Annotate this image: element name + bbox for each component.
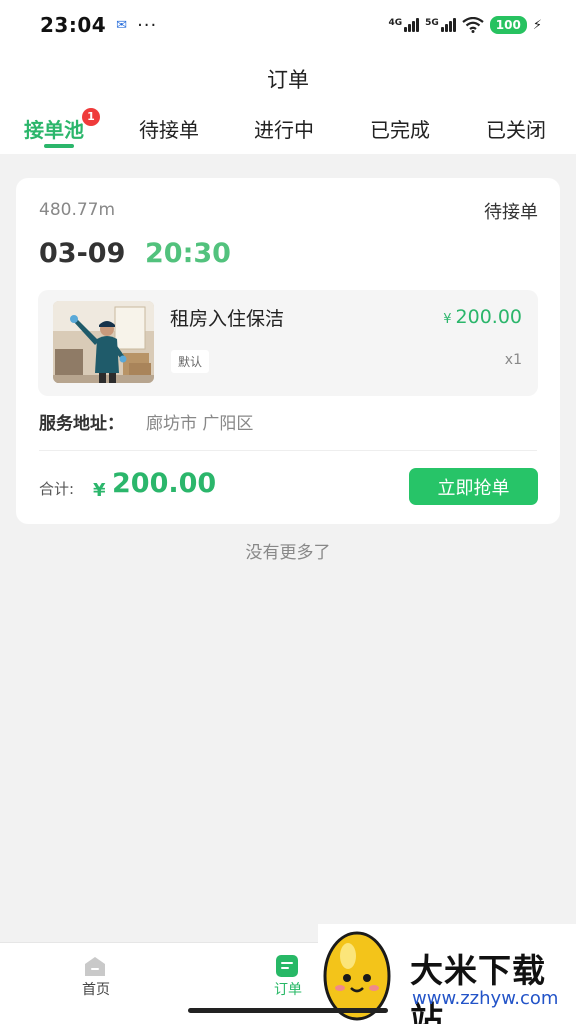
more-notifications-icon: ··· <box>137 14 158 36</box>
wifi-icon <box>462 17 484 33</box>
total-amount: 200.00 <box>112 468 217 499</box>
tab-completed[interactable]: 已完成 <box>370 114 430 143</box>
address-value: 廊坊市 广阳区 <box>146 414 254 434</box>
nav-home-label: 首页 <box>82 982 110 998</box>
currency-symbol: ¥ <box>443 312 452 327</box>
battery-indicator: 100 <box>489 16 527 34</box>
watermark-url: www.zzhyw.com <box>412 988 559 1009</box>
tab-in-progress[interactable]: 进行中 <box>254 114 314 143</box>
status-time: 23:04 <box>40 13 107 37</box>
order-item[interactable]: 租房入住保洁 ¥200.00 默认 x1 <box>38 290 538 396</box>
item-price-value: 200.00 <box>455 306 522 328</box>
home-indicator <box>188 1008 388 1013</box>
orders-icon <box>276 955 298 977</box>
service-thumbnail-image <box>53 301 154 383</box>
total-label: 合计: <box>39 480 75 498</box>
item-price: ¥200.00 <box>443 306 522 328</box>
active-tab-indicator <box>44 144 74 148</box>
item-quantity: x1 <box>504 352 522 368</box>
service-name: 租房入住保洁 <box>170 308 285 330</box>
network-type-label: 4G <box>388 18 403 28</box>
spec-tag: 默认 <box>171 350 210 373</box>
charging-icon: ⚡ <box>532 17 542 33</box>
page-header: 订单 接单池 待接单 进行中 已完成 已关闭 1 <box>0 50 576 154</box>
tab-closed[interactable]: 已关闭 <box>486 114 546 143</box>
cellular-signal-icon: 4G <box>388 18 420 32</box>
network-type-label: 5G <box>425 18 439 28</box>
nav-home[interactable]: 首页 <box>46 943 146 1013</box>
status-bar: 23:04 ✉ ··· 4G 5G 100 ⚡ <box>0 0 576 50</box>
order-card[interactable]: 480.77m 待接单 03-09 20:30 租房入住保洁 ¥ 200.00 … <box>16 178 560 524</box>
divider <box>39 450 537 451</box>
watermark-title: 大米下载站 <box>410 951 546 1024</box>
service-time: 20:30 <box>145 238 231 269</box>
grab-order-button[interactable]: 立即抢单 <box>409 468 538 505</box>
order-status: 待接单 <box>484 202 538 223</box>
tab-pending-accept[interactable]: 待接单 <box>139 114 199 143</box>
tab-order-pool[interactable]: 接单池 <box>24 114 84 143</box>
cellular-signal-icon: 5G <box>425 18 456 32</box>
home-icon <box>85 957 105 976</box>
tab-badge-count: 1 <box>82 108 100 126</box>
service-date: 03-09 <box>39 238 126 269</box>
page-title: 订单 <box>267 68 309 92</box>
total-currency-symbol: ¥ <box>93 480 106 501</box>
status-left: 23:04 ✉ ··· <box>40 13 157 37</box>
list-end-text: 没有更多了 <box>245 543 331 563</box>
order-distance: 480.77m <box>39 200 116 220</box>
status-right: 4G 5G 100 ⚡ <box>388 16 542 34</box>
address-label: 服务地址： <box>39 414 124 434</box>
notification-app-icon: ✉ <box>116 17 128 33</box>
